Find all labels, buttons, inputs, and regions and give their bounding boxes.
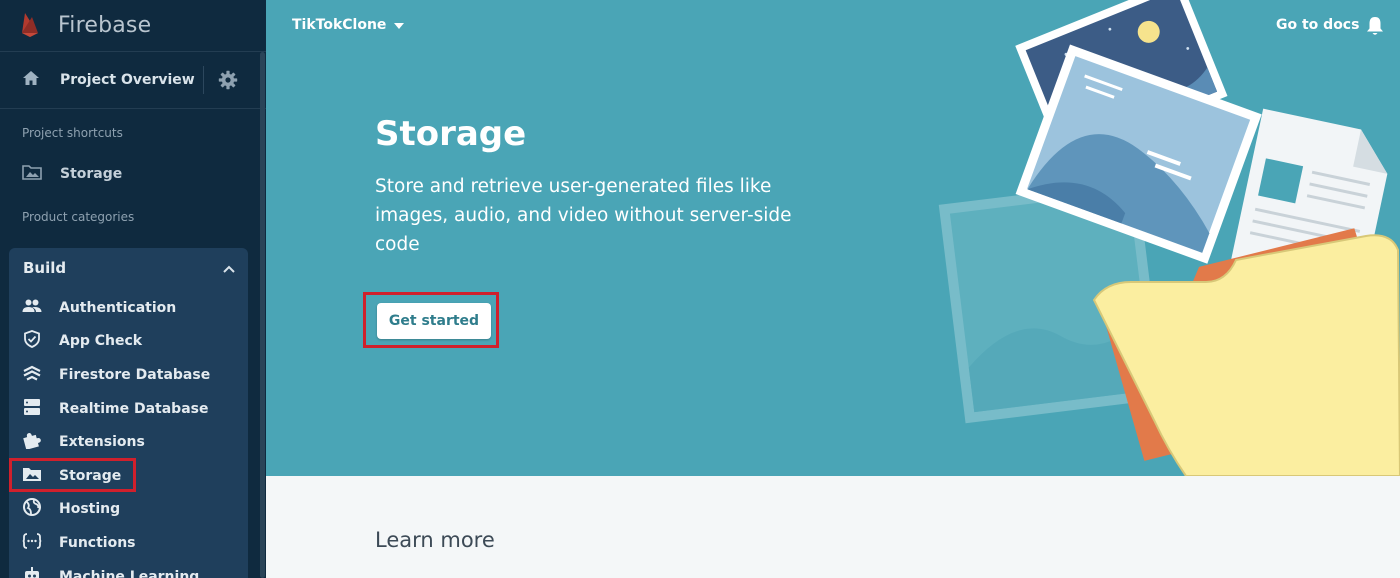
database-icon: [22, 398, 42, 420]
product-categories-heading: Product categories: [22, 210, 135, 224]
project-selector[interactable]: TikTokClone: [292, 17, 405, 33]
shield-icon: [22, 330, 42, 352]
page-description: Store and retrieve user-generated files …: [375, 176, 792, 255]
folder-image-icon: [22, 164, 42, 184]
sidebar-item-firestore-database[interactable]: Firestore Database: [9, 358, 248, 392]
globe-icon: [22, 497, 42, 521]
bell-icon[interactable]: [1366, 16, 1384, 40]
chevron-up-icon: [222, 259, 236, 278]
build-header[interactable]: Build: [9, 248, 248, 288]
build-section: Build Authentication App Check Firestore…: [9, 248, 248, 578]
sidebar-item-machine-learning[interactable]: Machine Learning: [9, 560, 248, 578]
sidebar-item-label: Storage: [59, 467, 122, 484]
sidebar-item-app-check[interactable]: App Check: [9, 325, 248, 359]
learn-more-section: Learn more: [266, 476, 1400, 578]
sidebar-item-extensions[interactable]: Extensions: [9, 425, 248, 459]
project-overview-label: Project Overview: [60, 72, 195, 88]
project-shortcuts-heading: Project shortcuts: [22, 126, 123, 140]
home-icon: [22, 70, 40, 90]
sidebar-item-label: Firestore Database: [59, 366, 211, 383]
get-started-highlight-box: Get started: [363, 292, 499, 348]
sidebar-item-authentication[interactable]: Authentication: [9, 291, 248, 325]
project-name: TikTokClone: [292, 17, 387, 33]
robot-icon: [22, 566, 42, 578]
sidebar-item-label: Realtime Database: [59, 400, 209, 417]
go-to-docs-link[interactable]: Go to docs: [1276, 17, 1359, 33]
firebase-logo-icon: [20, 11, 40, 41]
build-label: Build: [23, 259, 67, 277]
folder-image-icon: [22, 466, 42, 486]
sidebar-item-functions[interactable]: Functions: [9, 526, 248, 560]
shortcut-storage[interactable]: Storage: [0, 157, 250, 191]
sidebar-item-label: Hosting: [59, 501, 121, 518]
caret-down-icon: [394, 17, 405, 33]
brand-name: Firebase: [58, 13, 152, 38]
sidebar-item-realtime-database[interactable]: Realtime Database: [9, 392, 248, 426]
functions-icon: [22, 532, 42, 554]
sidebar-item-hosting[interactable]: Hosting: [9, 493, 248, 527]
sidebar-item-storage[interactable]: Storage: [9, 459, 248, 493]
page-title: Storage: [375, 114, 527, 154]
build-items: Authentication App Check Firestore Datab…: [9, 291, 248, 578]
sidebar-item-label: Machine Learning: [59, 568, 200, 578]
sidebar-item-label: Extensions: [59, 434, 145, 451]
get-started-button[interactable]: Get started: [377, 303, 491, 339]
learn-more-heading: Learn more: [375, 528, 495, 552]
gear-icon[interactable]: [218, 70, 238, 94]
sidebar-item-label: App Check: [59, 333, 143, 350]
shortcut-storage-label: Storage: [60, 166, 123, 182]
firestore-icon: [22, 364, 42, 386]
sidebar-scrollbar[interactable]: [260, 52, 265, 578]
brand[interactable]: Firebase: [0, 0, 266, 52]
sidebar-item-label: Authentication: [59, 299, 177, 316]
puzzle-icon: [22, 431, 42, 453]
people-icon: [22, 298, 42, 318]
sidebar-item-label: Functions: [59, 534, 136, 551]
storage-hero: TikTokClone Go to docs Storage Store and…: [266, 0, 1400, 476]
project-overview[interactable]: Project Overview: [0, 52, 266, 109]
sidebar: Firebase Project Overview Project shortc…: [0, 0, 266, 578]
main-content: TikTokClone Go to docs Storage Store and…: [266, 0, 1400, 578]
storage-illustration: [938, 0, 1400, 476]
divider: [203, 66, 204, 94]
